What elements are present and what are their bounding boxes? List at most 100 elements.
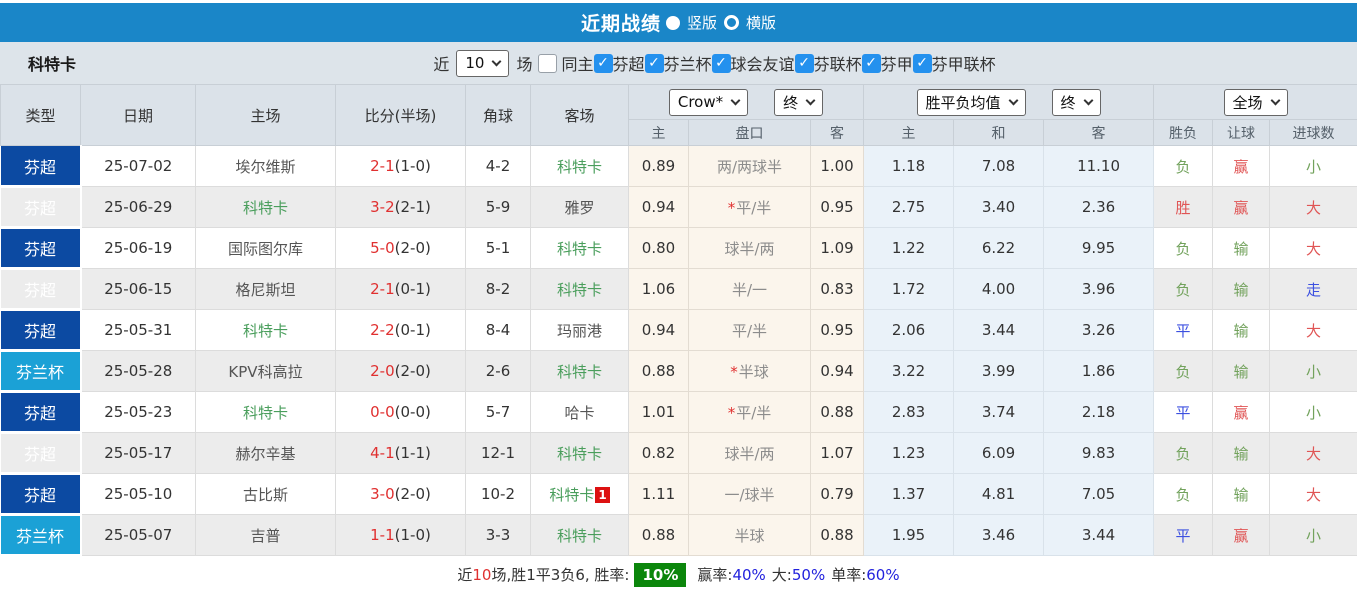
scope-select[interactable]: 全场	[1224, 89, 1288, 116]
away-team-cell: 玛丽港	[531, 310, 629, 351]
home-team-name[interactable]: 科特卡	[243, 404, 288, 422]
league-checkbox[interactable]: ✓	[913, 54, 932, 73]
chevron-down-icon	[492, 56, 502, 66]
corner-count: 2-6	[466, 351, 531, 392]
goals-result: 大	[1270, 187, 1357, 228]
horizontal-layout-radio[interactable]	[724, 15, 739, 30]
league-label[interactable]: 芬超	[613, 51, 645, 75]
eu-away-odds: 1.86	[1044, 351, 1154, 392]
away-team-name[interactable]: 科特卡	[549, 486, 594, 504]
star-icon: *	[730, 363, 738, 381]
bookmaker-select[interactable]: Crow*	[669, 89, 748, 116]
league-label[interactable]: 芬兰杯	[664, 51, 712, 75]
table-row: 芬超25-05-31科特卡2-2(0-1)8-4玛丽港0.94平/半0.952.…	[1, 310, 1357, 351]
home-team-name[interactable]: 国际图尔库	[228, 240, 303, 258]
away-team-name[interactable]: 科特卡	[557, 527, 602, 545]
home-team-cell: 科特卡	[196, 392, 336, 433]
vertical-layout-radio[interactable]	[666, 16, 680, 30]
away-team-name[interactable]: 科特卡	[557, 363, 602, 381]
away-team-name[interactable]: 科特卡	[557, 158, 602, 176]
league-label[interactable]: 芬甲联杯	[932, 51, 996, 75]
score-cell: 4-1(1-1)	[336, 433, 466, 474]
away-team-name[interactable]: 科特卡	[557, 445, 602, 463]
euro-period-select[interactable]: 终	[1052, 89, 1101, 116]
away-team-cell: 哈卡	[531, 392, 629, 433]
away-team-cell: 科特卡	[531, 515, 629, 556]
home-team-name[interactable]: 赫尔辛基	[235, 445, 295, 463]
away-team-cell: 科特卡	[531, 351, 629, 392]
home-team-name[interactable]: 科特卡	[243, 199, 288, 217]
corner-count: 8-2	[466, 269, 531, 310]
goals-result: 大	[1270, 474, 1357, 515]
home-team-name[interactable]: 吉普	[250, 527, 280, 545]
league-checkbox[interactable]: ✓	[645, 54, 664, 73]
ah-home-odds: 1.01	[629, 392, 689, 433]
match-type-badge: 芬兰杯	[1, 351, 81, 392]
bookmaker-select-value: Crow*	[678, 93, 723, 111]
home-team-name[interactable]: 埃尔维斯	[235, 158, 295, 176]
eu-draw-odds: 4.81	[954, 474, 1044, 515]
check-icon: ✓	[715, 55, 727, 71]
halftime-score: (2-1)	[395, 198, 431, 216]
eu-draw-odds: 6.22	[954, 228, 1044, 269]
games-count-select[interactable]: 10	[456, 50, 509, 77]
same-venue-label[interactable]: 同主	[562, 51, 594, 75]
handicap-period-select[interactable]: 终	[774, 89, 823, 116]
league-checkbox[interactable]: ✓	[712, 54, 731, 73]
ah-line-cell: 一/球半	[689, 474, 811, 515]
goals-result: 小	[1270, 515, 1357, 556]
ah-home-odds: 0.88	[629, 515, 689, 556]
eu-draw-odds: 3.44	[954, 310, 1044, 351]
home-team-name[interactable]: 格尼斯坦	[235, 281, 295, 299]
home-team-name[interactable]: 古比斯	[243, 486, 288, 504]
home-team-cell: 赫尔辛基	[196, 433, 336, 474]
league-checkbox[interactable]: ✓	[594, 54, 613, 73]
eu-away-odds: 3.44	[1044, 515, 1154, 556]
ah-line: 半球	[739, 363, 769, 381]
handicap-result: 赢	[1213, 187, 1270, 228]
sub-header-eu-draw: 和	[954, 120, 1044, 146]
league-label[interactable]: 芬联杯	[814, 51, 862, 75]
sub-header-ah-home: 主	[629, 120, 689, 146]
home-team-cell: 吉普	[196, 515, 336, 556]
ah-line: 半/一	[732, 281, 767, 299]
ah-away-odds: 0.79	[811, 474, 864, 515]
away-team-name[interactable]: 哈卡	[564, 404, 594, 422]
match-result: 负	[1154, 269, 1213, 310]
fulltime-score: 3-0	[370, 485, 395, 503]
home-team-cell: 埃尔维斯	[196, 146, 336, 187]
same-venue-checkbox[interactable]	[538, 54, 557, 73]
match-result: 平	[1154, 392, 1213, 433]
away-team-cell: 科特卡	[531, 269, 629, 310]
col-header-score: 比分(半场)	[336, 85, 466, 146]
away-team-name[interactable]: 玛丽港	[557, 322, 602, 340]
home-team-name[interactable]: KPV科高拉	[228, 363, 302, 381]
eu-home-odds: 1.22	[864, 228, 954, 269]
league-label[interactable]: 球会友谊	[731, 51, 795, 75]
away-team-name[interactable]: 科特卡	[557, 281, 602, 299]
ah-away-odds: 1.09	[811, 228, 864, 269]
handicap-result: 输	[1213, 269, 1270, 310]
corner-count: 5-9	[466, 187, 531, 228]
league-checkbox[interactable]: ✓	[795, 54, 814, 73]
check-icon: ✓	[648, 55, 660, 71]
away-team-name[interactable]: 科特卡	[557, 240, 602, 258]
league-checkbox[interactable]: ✓	[862, 54, 881, 73]
halftime-score: (2-0)	[395, 239, 431, 257]
vertical-layout-label[interactable]: 竖版	[687, 12, 717, 33]
horizontal-layout-label[interactable]: 横版	[746, 12, 776, 33]
away-team-name[interactable]: 雅罗	[564, 199, 594, 217]
halftime-score: (1-0)	[395, 157, 431, 175]
odds-type-select[interactable]: 胜平负均值	[917, 89, 1026, 116]
match-type-badge: 芬超	[1, 146, 81, 187]
chevron-down-icon	[1008, 95, 1018, 105]
fulltime-score: 2-1	[370, 280, 395, 298]
league-filter-group: ✓芬超✓芬兰杯✓球会友谊✓芬联杯✓芬甲✓芬甲联杯	[594, 51, 996, 75]
home-team-name[interactable]: 科特卡	[243, 322, 288, 340]
match-type-badge: 芬超	[1, 187, 81, 228]
sub-header-eu-away: 客	[1044, 120, 1154, 146]
home-team-cell: 科特卡	[196, 187, 336, 228]
ah-line: 两/两球半	[717, 158, 782, 176]
ah-line-cell: 半球	[689, 515, 811, 556]
league-label[interactable]: 芬甲	[881, 51, 913, 75]
